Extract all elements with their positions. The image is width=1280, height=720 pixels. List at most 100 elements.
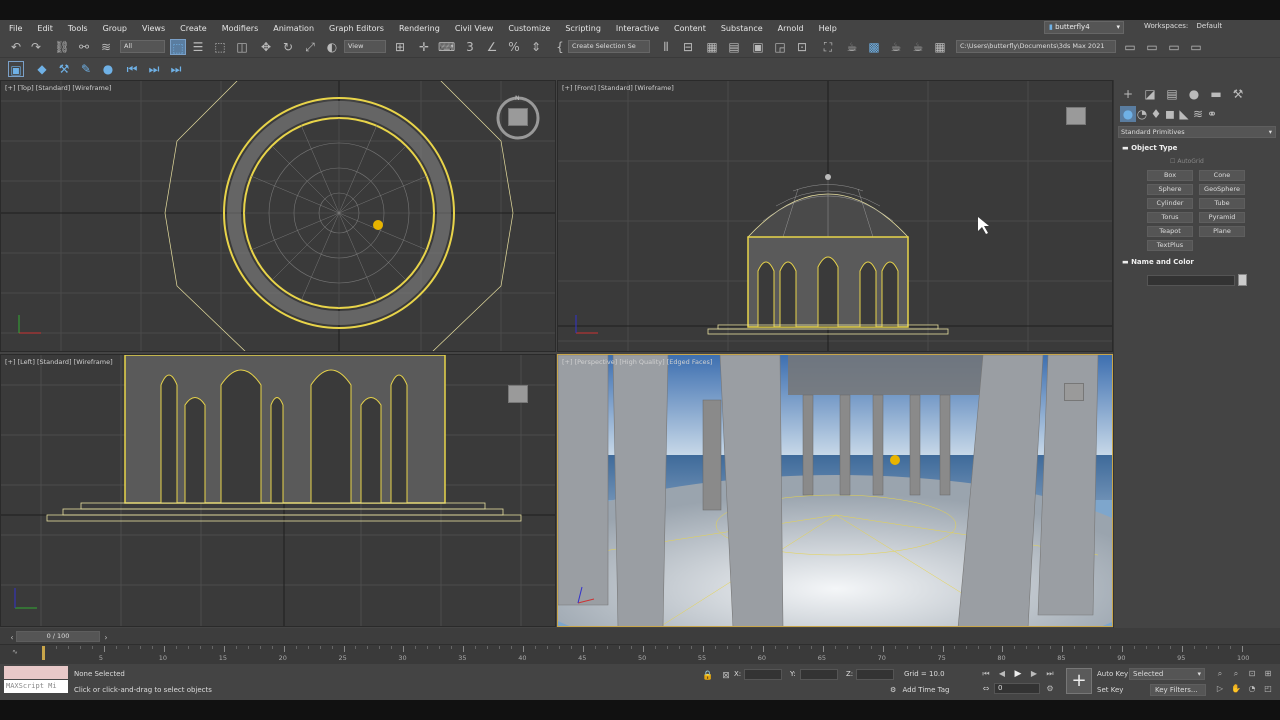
toggle-ribbon-icon[interactable]: ▣: [750, 39, 766, 55]
create-tab-icon[interactable]: +: [1120, 86, 1136, 102]
orbit-icon[interactable]: ◔: [1244, 681, 1260, 697]
maximize-viewport-icon[interactable]: ◰: [1260, 681, 1276, 697]
menu-arnold[interactable]: Arnold: [769, 24, 804, 33]
rendered-frame-window-icon[interactable]: ▩: [866, 39, 882, 55]
object-color-swatch[interactable]: [1238, 274, 1247, 286]
field-of-view-icon[interactable]: ▷: [1212, 681, 1228, 697]
workspace-selector[interactable]: Workspaces: Default: [1144, 22, 1222, 30]
schematic-view-icon[interactable]: ⊡: [794, 39, 810, 55]
time-config-icon[interactable]: ⚙: [1042, 681, 1058, 697]
sphere-button[interactable]: Sphere: [1147, 184, 1193, 195]
angle-snap-icon[interactable]: ∠: [484, 39, 500, 55]
viewport-front-label[interactable]: [+] [Front] [Standard] [Wireframe]: [562, 84, 674, 92]
snaps-toggle-icon[interactable]: 3: [462, 39, 478, 55]
layer-explorer-icon[interactable]: ▤: [726, 39, 742, 55]
cone-button[interactable]: Cone: [1199, 170, 1245, 181]
keyboard-shortcut-icon[interactable]: ⌨: [438, 39, 455, 55]
unlink-icon[interactable]: ⚯: [76, 39, 92, 55]
zoom-all-icon[interactable]: ⌕: [1228, 666, 1244, 682]
menu-scripting[interactable]: Scripting: [556, 24, 601, 33]
pivot-center-icon[interactable]: ⊞: [392, 39, 408, 55]
viewport-perspective-label[interactable]: [+] [Perspective] [High Quality] [Edged …: [562, 358, 712, 366]
goto-start-icon[interactable]: ⏮: [978, 666, 994, 682]
add-time-tag[interactable]: ⚙ Add Time Tag: [890, 686, 950, 694]
window-crossing-icon[interactable]: ◫: [234, 39, 250, 55]
viewport-front[interactable]: [+] [Front] [Standard] [Wireframe]: [557, 80, 1113, 352]
torus-button[interactable]: Torus: [1147, 212, 1193, 223]
lock-selection-icon[interactable]: 🔒: [700, 668, 716, 684]
zoom-extents-icon[interactable]: ⊡: [1244, 666, 1260, 682]
pyramid-button[interactable]: Pyramid: [1199, 212, 1245, 223]
menu-substance[interactable]: Substance: [712, 24, 763, 33]
reference-coordinate-dropdown[interactable]: View: [344, 40, 386, 53]
placement-icon[interactable]: ◐: [324, 39, 340, 55]
key-filters-button[interactable]: Key Filters...: [1150, 684, 1206, 696]
menu-customize[interactable]: Customize: [499, 24, 550, 33]
edit-named-selection-icon[interactable]: {: [552, 39, 568, 55]
utilities-tab-icon[interactable]: ⚒: [1230, 86, 1246, 102]
sphere-tool-icon[interactable]: ●: [100, 61, 116, 77]
paint-icon[interactable]: ◆: [34, 61, 50, 77]
undo-icon[interactable]: ↶: [8, 39, 24, 55]
named-selection-set-dropdown[interactable]: Create Selection Se: [568, 40, 650, 53]
open-project-icon[interactable]: ▭: [1144, 39, 1160, 55]
viewport-top-label[interactable]: [+] [Top] [Standard] [Wireframe]: [5, 84, 111, 92]
render-production-icon[interactable]: ☕: [888, 39, 904, 55]
menu-civil-view[interactable]: Civil View: [446, 24, 494, 33]
percent-snap-icon[interactable]: %: [506, 39, 522, 55]
project-settings-icon[interactable]: ▭: [1188, 39, 1204, 55]
curve-editor-icon[interactable]: ◲: [772, 39, 788, 55]
zoom-extents-all-icon[interactable]: ⊞: [1260, 666, 1276, 682]
menu-animation[interactable]: Animation: [264, 24, 314, 33]
menu-graph-editors[interactable]: Graph Editors: [320, 24, 384, 33]
time-cursor[interactable]: [42, 646, 45, 660]
viewcube-left[interactable]: [508, 385, 528, 403]
geosphere-button[interactable]: GeoSphere: [1199, 184, 1245, 195]
menu-help[interactable]: Help: [810, 24, 837, 33]
menu-interactive[interactable]: Interactive: [607, 24, 659, 33]
viewcube-perspective[interactable]: [1064, 383, 1084, 401]
textplus-button[interactable]: TextPlus: [1147, 240, 1193, 251]
frame-forward-icon[interactable]: ⏭: [146, 61, 162, 77]
menu-views[interactable]: Views: [133, 24, 165, 33]
pan-icon[interactable]: ✋: [1228, 681, 1244, 697]
project-path-dropdown[interactable]: C:\Users\butterfly\Documents\3ds Max 202…: [956, 40, 1116, 53]
project-folder-icon[interactable]: ▭: [1122, 39, 1138, 55]
mirror-icon[interactable]: ⫴: [658, 39, 674, 55]
key-mode-icon[interactable]: ⇔: [978, 681, 994, 697]
key-selection-dropdown[interactable]: Selected ▾: [1129, 668, 1205, 680]
select-manipulate-icon[interactable]: ✛: [416, 39, 432, 55]
frame-back-icon[interactable]: ⏮: [124, 61, 140, 77]
menu-rendering[interactable]: Rendering: [390, 24, 440, 33]
absolute-mode-icon[interactable]: ⊠: [718, 668, 734, 684]
menu-file[interactable]: File: [0, 24, 22, 33]
redo-icon[interactable]: ↷: [28, 39, 44, 55]
z-coordinate-field[interactable]: [856, 669, 894, 680]
link-icon[interactable]: ⛓: [54, 39, 70, 55]
zoom-icon[interactable]: ⌕: [1212, 666, 1228, 682]
rectangular-selection-icon[interactable]: ⬚: [212, 39, 228, 55]
next-frame-icon[interactable]: ▶: [1026, 666, 1042, 682]
rotate-icon[interactable]: ↻: [280, 39, 296, 55]
menu-tools[interactable]: Tools: [59, 24, 88, 33]
display-tab-icon[interactable]: ▬: [1208, 86, 1224, 102]
select-by-name-icon[interactable]: ☰: [190, 39, 206, 55]
object-name-field[interactable]: [1147, 275, 1235, 286]
render-setup-icon[interactable]: ☕: [844, 39, 860, 55]
viewport-top[interactable]: [+] [Top] [Standard] [Wireframe] N: [0, 80, 556, 352]
set-key-button[interactable]: Set Key: [1097, 686, 1123, 694]
box-button[interactable]: Box: [1147, 170, 1193, 181]
viewport-perspective[interactable]: [+] [Perspective] [High Quality] [Edged …: [557, 354, 1113, 627]
frame-end-icon[interactable]: ⏭: [168, 61, 184, 77]
maxscript-mini-listener[interactable]: MAXScript Mi: [4, 680, 68, 693]
auto-key-button[interactable]: Auto Key: [1097, 670, 1128, 678]
menu-create[interactable]: Create: [171, 24, 207, 33]
set-key-big-button[interactable]: +: [1066, 668, 1092, 694]
x-coordinate-field[interactable]: [744, 669, 782, 680]
modify-tab-icon[interactable]: ◪: [1142, 86, 1158, 102]
name-color-rollout[interactable]: ▬ Name and Color: [1122, 258, 1194, 266]
systems-icon[interactable]: ⚭: [1204, 106, 1220, 122]
menu-group[interactable]: Group: [94, 24, 127, 33]
brush-icon[interactable]: ✎: [78, 61, 94, 77]
menu-modifiers[interactable]: Modifiers: [213, 24, 259, 33]
